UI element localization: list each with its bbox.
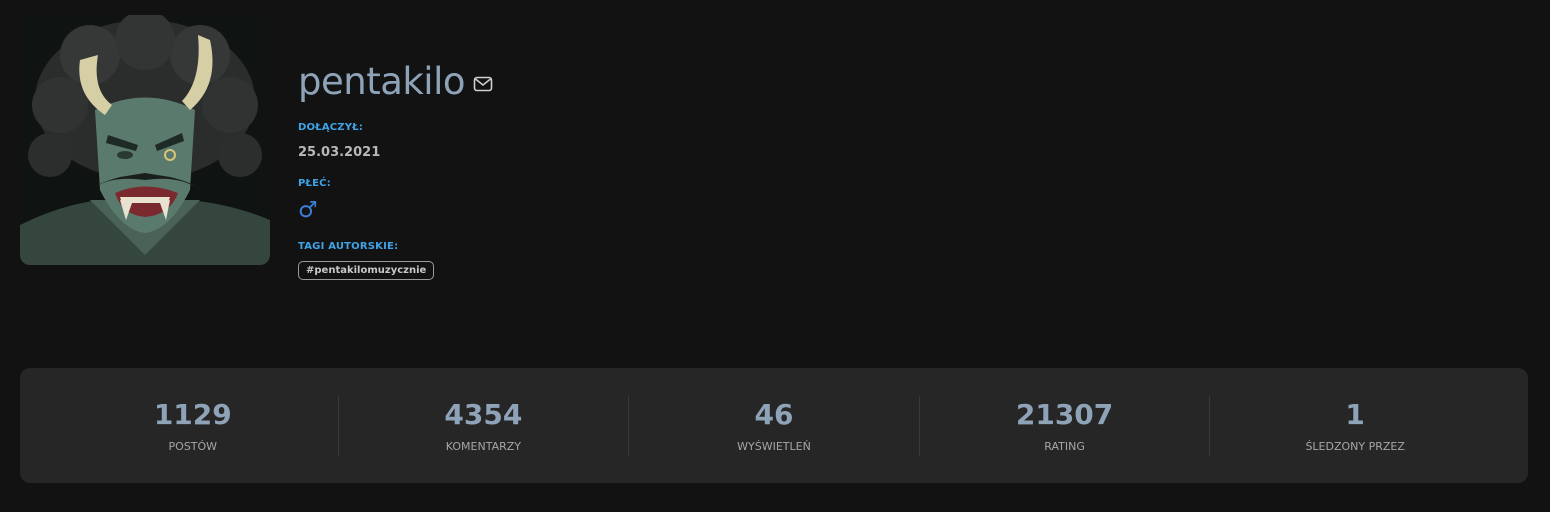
avatar[interactable] (20, 15, 270, 265)
stat-posts[interactable]: 1129 POSTÓW (48, 395, 339, 456)
author-tag[interactable]: #pentakilomuzycznie (298, 261, 435, 280)
profile-page: pentakilo DOŁĄCZYŁ: 25.03.2021 PŁEĆ: ♂ T… (0, 0, 1550, 512)
username[interactable]: pentakilo (298, 60, 466, 103)
stat-rating[interactable]: 21307 RATING (920, 395, 1211, 456)
stat-comments[interactable]: 4354 KOMENTARZY (339, 395, 630, 456)
stat-value: 1 (1345, 398, 1365, 431)
stat-value: 4354 (444, 398, 523, 431)
mail-icon[interactable] (473, 76, 493, 92)
stat-value: 21307 (1015, 398, 1114, 431)
stat-label: WYŚWIETLEŃ (737, 440, 811, 453)
joined-date: 25.03.2021 (298, 145, 381, 160)
stat-followers[interactable]: 1 ŚLEDZONY PRZEZ (1210, 396, 1500, 456)
stat-views[interactable]: 46 WYŚWIETLEŃ (629, 395, 920, 456)
avatar-image (20, 15, 270, 265)
stat-label: POSTÓW (168, 440, 218, 453)
stat-label: ŚLEDZONY PRZEZ (1305, 440, 1405, 453)
author-tags-label: TAGI AUTORSKIE: (298, 241, 399, 252)
stats-bar: 1129 POSTÓW 4354 KOMENTARZY 46 WYŚWIETLE… (20, 368, 1528, 483)
gender-label: PŁEĆ: (298, 178, 331, 189)
stat-label: RATING (1044, 440, 1085, 453)
stat-value: 1129 (153, 398, 232, 431)
profile-info: pentakilo DOŁĄCZYŁ: 25.03.2021 PŁEĆ: ♂ T… (298, 56, 493, 280)
username-row: pentakilo (298, 56, 493, 106)
male-symbol-icon: ♂ (298, 198, 318, 223)
stat-value: 46 (754, 398, 794, 431)
stat-label: KOMENTARZY (445, 440, 521, 453)
joined-label: DOŁĄCZYŁ: (298, 122, 364, 133)
